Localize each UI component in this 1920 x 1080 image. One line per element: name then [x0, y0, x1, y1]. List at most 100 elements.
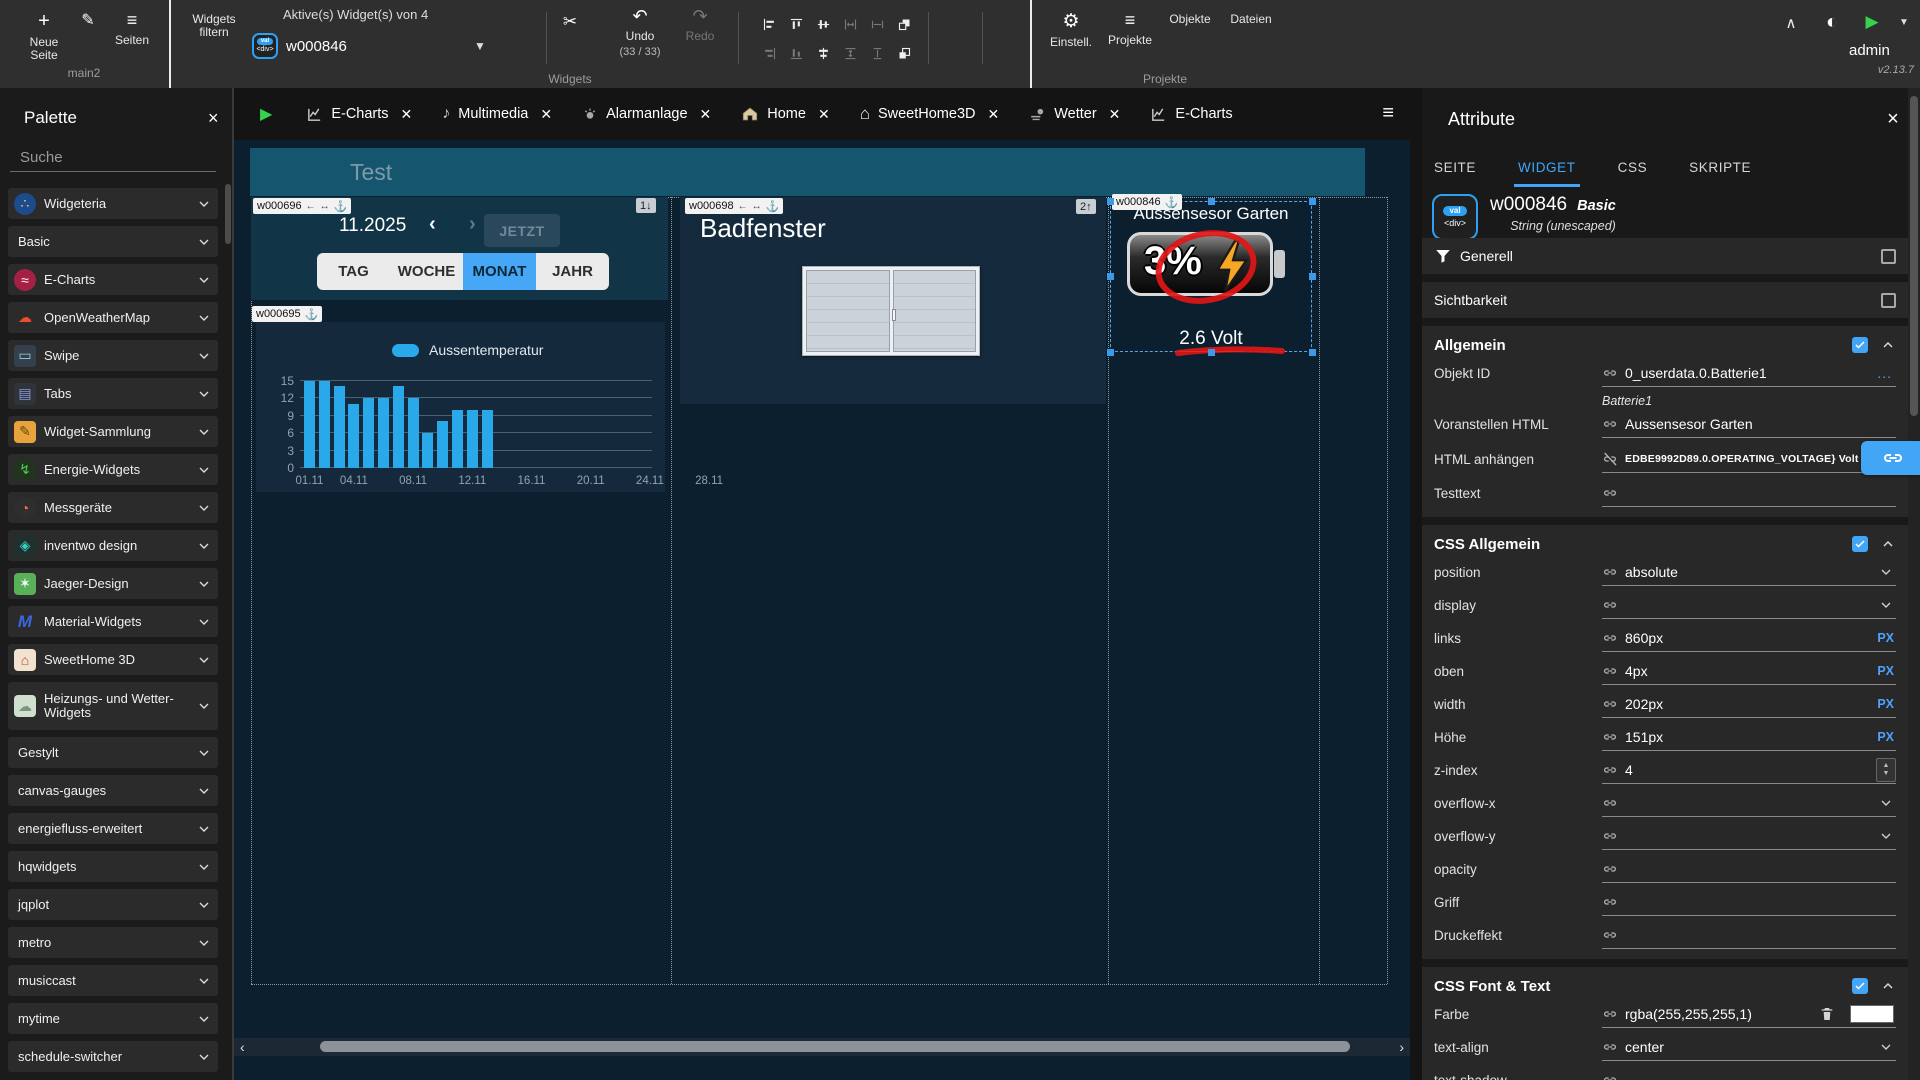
selection-handle[interactable]	[1107, 273, 1114, 280]
checkbox-checked[interactable]	[1852, 978, 1868, 994]
attributes-scrollbar[interactable]	[1908, 88, 1920, 1080]
dropdown-arrow-icon[interactable]	[1878, 1039, 1894, 1055]
attribute-value-field[interactable]	[1602, 1067, 1896, 1080]
attribute-value-field[interactable]	[1602, 823, 1896, 850]
align-tool-0-button[interactable]	[756, 10, 783, 39]
new-page-button[interactable]: + Neue Seite	[18, 10, 70, 62]
number-spinner[interactable]: ▲▼	[1876, 758, 1896, 782]
export-button[interactable]	[994, 42, 1018, 66]
selection-handle[interactable]	[1107, 349, 1114, 356]
tab-skripte[interactable]: SKRIPTE	[1685, 154, 1755, 187]
view-tab-alarmanlage-2[interactable]: Alarmanlage✕	[582, 106, 711, 123]
unit-px-button[interactable]: PX	[1877, 730, 1894, 744]
palette-search[interactable]	[10, 144, 216, 172]
color-swatch[interactable]	[1850, 1005, 1894, 1023]
minimize-panel-icon[interactable]	[1842, 106, 1868, 132]
selection-handle[interactable]	[1309, 349, 1316, 356]
pages-button[interactable]: ≡ Seiten	[108, 10, 156, 47]
select-object-id-button[interactable]: ...	[1877, 365, 1892, 381]
undo-button[interactable]: ↶ Undo (33 / 33)	[616, 6, 664, 59]
panel-divider[interactable]	[1410, 88, 1422, 1080]
checkbox-checked[interactable]	[1852, 536, 1868, 552]
align-tool-9-button[interactable]	[837, 39, 864, 68]
palette-group-sweethome-3d[interactable]: ⌂SweetHome 3D	[8, 644, 218, 675]
align-tool-11-button[interactable]	[891, 39, 918, 68]
delete-page-button[interactable]	[76, 38, 100, 62]
redo-button[interactable]: ↷ Redo	[678, 6, 722, 43]
selection-handle[interactable]	[1309, 198, 1316, 205]
clone-widget-button[interactable]	[511, 42, 535, 66]
legend-label[interactable]: Aussentemperatur	[429, 342, 543, 358]
attribute-value-field[interactable]	[1602, 856, 1896, 883]
tab-menu-icon[interactable]: ≡	[1382, 102, 1394, 124]
close-tab-icon[interactable]: ✕	[983, 106, 999, 123]
segment-woche[interactable]: WOCHE	[390, 253, 463, 290]
palette-group-widgeteria[interactable]: ∴Widgeteria	[8, 188, 218, 219]
checkbox-unchecked[interactable]	[1881, 249, 1896, 264]
widget-badge[interactable]: w000696←↔⚓	[253, 198, 351, 214]
widget-bath-window[interactable]: Badfenster	[680, 197, 1106, 404]
palette-group-material-widgets[interactable]: MMaterial-Widgets	[8, 606, 218, 637]
tab-seite[interactable]: SEITE	[1430, 154, 1480, 187]
palette-group-messger-te[interactable]: ◔Messgeräte	[8, 492, 218, 523]
view-tab-e-charts-0[interactable]: E-Charts✕	[306, 106, 412, 123]
theme-toggle-icon[interactable]: ◐	[1820, 10, 1844, 34]
palette-group-openweathermap[interactable]: ☁OpenWeatherMap	[8, 302, 218, 333]
widget-badge[interactable]: w000695⚓	[252, 306, 322, 322]
dropdown-arrow-icon[interactable]	[1878, 795, 1894, 811]
search-input[interactable]	[20, 149, 170, 166]
paste-button[interactable]	[558, 42, 582, 66]
widget-temperature-chart[interactable]: Aussentemperatur 03691215 01.1104.1108.1…	[256, 322, 665, 492]
widget-badge[interactable]: w000846⚓	[1112, 194, 1182, 210]
align-tool-6-button[interactable]	[756, 39, 783, 68]
attribute-value-field[interactable]	[1602, 592, 1896, 619]
open-view-button[interactable]	[942, 10, 966, 34]
filter-widgets-button[interactable]: Widgets filtern	[186, 10, 242, 39]
prev-period-button[interactable]: ‹	[429, 213, 436, 236]
palette-group-e-charts[interactable]: ≈E-Charts	[8, 264, 218, 295]
unit-px-button[interactable]: PX	[1877, 631, 1894, 645]
widget-badge[interactable]: w000698←↔⚓	[685, 198, 783, 214]
tab-widget[interactable]: WIDGET	[1514, 154, 1580, 187]
segment-jahr[interactable]: JAHR	[536, 253, 609, 290]
objects-button[interactable]: Objekte	[1164, 10, 1216, 26]
checkbox-checked[interactable]	[1852, 337, 1868, 353]
unfold-icon[interactable]	[1802, 106, 1828, 132]
palette-group-energie-widgets[interactable]: ↯Energie-Widgets	[8, 454, 218, 485]
align-tool-10-button[interactable]	[864, 39, 891, 68]
attribute-value-field[interactable]: 151pxPX	[1602, 724, 1896, 751]
canvas-horizontal-scrollbar[interactable]: ‹ ›	[234, 1038, 1410, 1056]
chevron-up-icon[interactable]	[1880, 536, 1896, 552]
palette-group-musiccast[interactable]: musiccast	[8, 965, 218, 996]
selection-handle[interactable]	[1107, 198, 1114, 205]
unit-px-button[interactable]: PX	[1877, 697, 1894, 711]
palette-group-inventwo-design[interactable]: ◈inventwo design	[8, 530, 218, 561]
view-canvas[interactable]: Test 11.2025 ‹ › JETZT TAGWOCHEMONATJAHR…	[234, 140, 1410, 1080]
checkbox-unchecked[interactable]	[1881, 293, 1896, 308]
palette-group-energiefluss-erweitert[interactable]: energiefluss-erweitert	[8, 813, 218, 844]
scroll-right-icon[interactable]: ›	[1399, 1038, 1404, 1056]
next-period-button[interactable]: ›	[469, 213, 476, 236]
widget-select-arrow-icon[interactable]: ▼	[470, 36, 490, 56]
tab-css[interactable]: CSS	[1614, 154, 1652, 187]
segment-monat[interactable]: MONAT	[463, 253, 536, 290]
attribute-value-field[interactable]: 4▲▼	[1602, 757, 1896, 784]
copy-button[interactable]	[588, 10, 612, 34]
delete-widget-button[interactable]	[506, 10, 530, 34]
palette-group-jaeger-design[interactable]: ✶Jaeger-Design	[8, 568, 218, 599]
attribute-value-field[interactable]	[1602, 889, 1896, 916]
collapse-toolbar-icon[interactable]: ∧	[1780, 12, 1802, 34]
align-tool-7-button[interactable]	[783, 39, 810, 68]
attribute-value-field[interactable]	[1602, 480, 1896, 507]
selection-handle[interactable]	[1208, 349, 1215, 356]
attribute-value-field[interactable]: EDBE9992D89.0.OPERATING_VOLTAGE} Volt	[1602, 446, 1920, 473]
projects-button[interactable]: ≡ Projekte	[1104, 10, 1156, 47]
selection-handle[interactable]	[1309, 273, 1316, 280]
attribute-value-field[interactable]: center	[1602, 1034, 1896, 1061]
scroll-left-icon[interactable]: ‹	[240, 1038, 245, 1056]
palette-group-gestylt[interactable]: Gestylt	[8, 737, 218, 768]
binding-button[interactable]	[1861, 441, 1920, 475]
attribute-value-field[interactable]: 202pxPX	[1602, 691, 1896, 718]
attribute-value-field[interactable]: 0_userdata.0.Batterie1...	[1602, 360, 1896, 387]
attribute-value-field[interactable]: 4pxPX	[1602, 658, 1896, 685]
